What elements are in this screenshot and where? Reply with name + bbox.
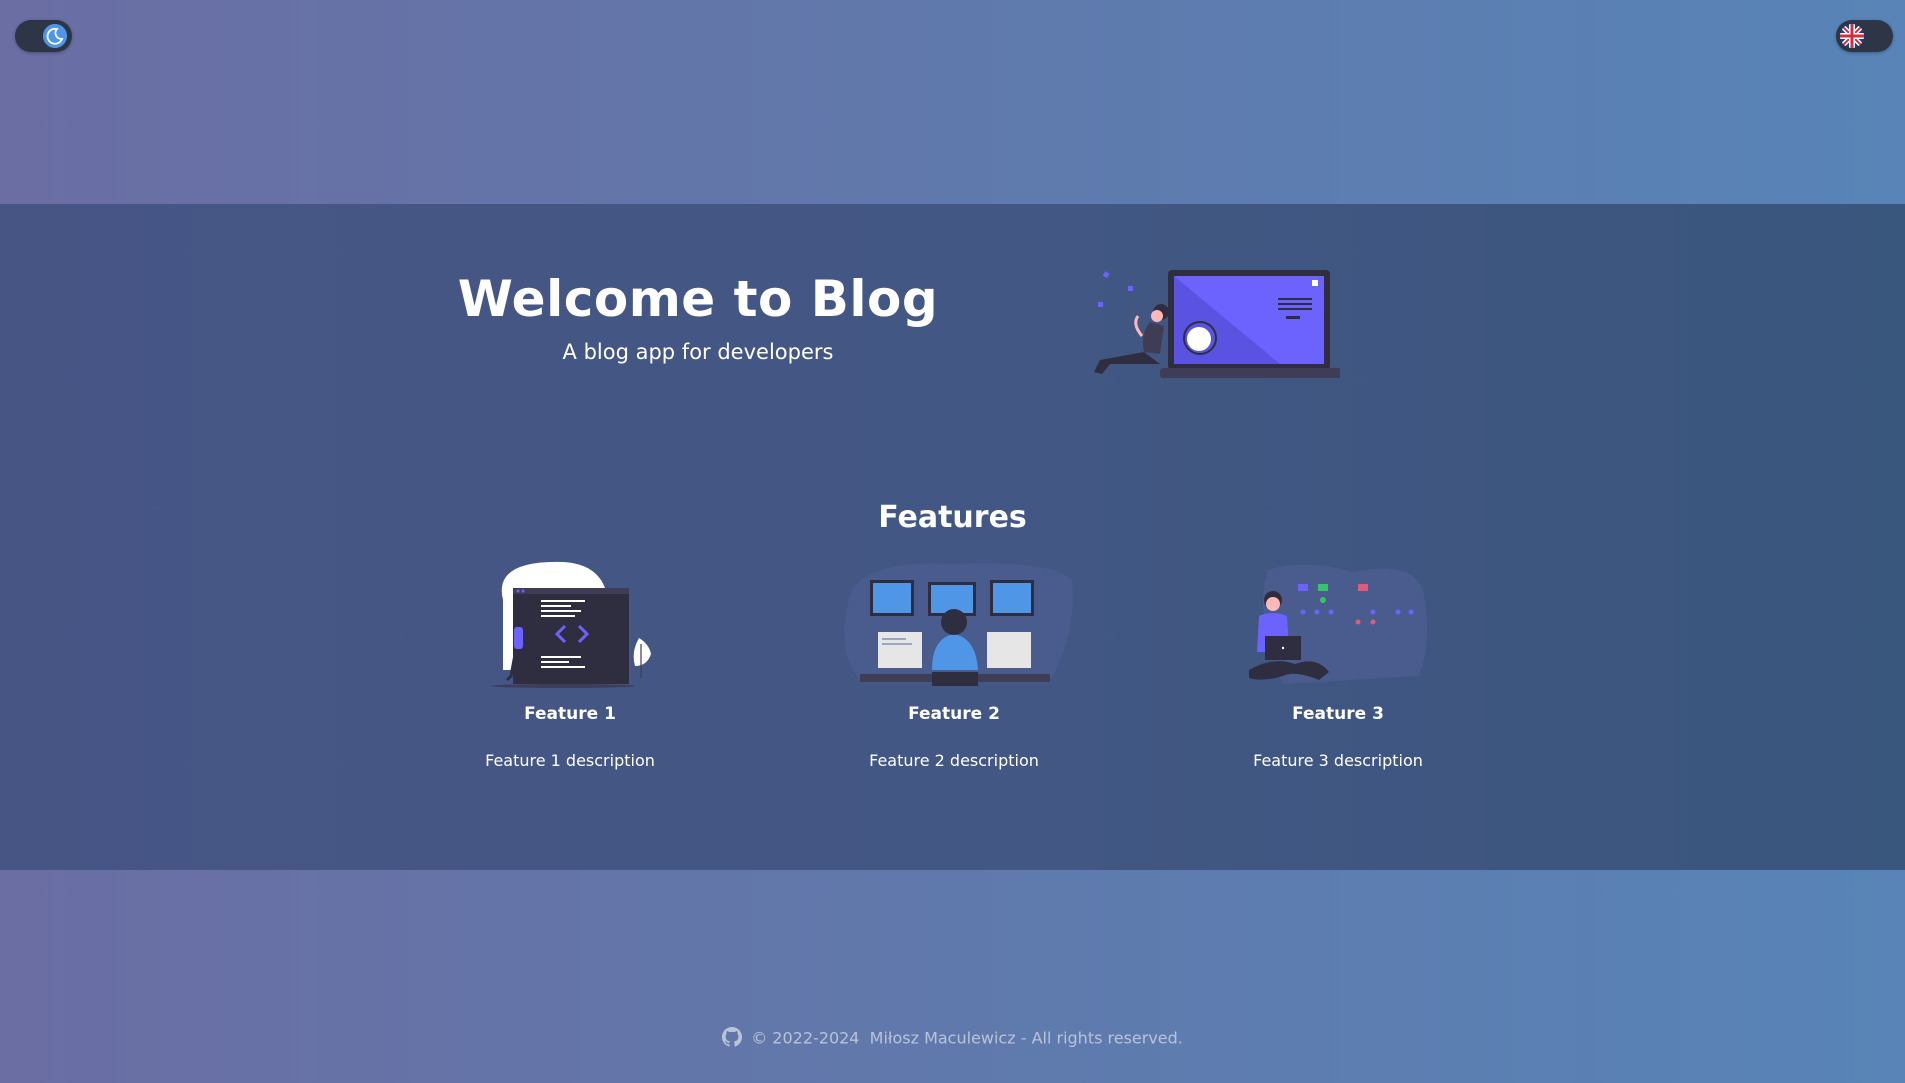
feature-1-description: Feature 1 description [485, 751, 655, 770]
moon-icon [43, 24, 67, 48]
main-section: Welcome to Blog A blog app for developer… [0, 204, 1905, 870]
hero-text: Welcome to Blog A blog app for developer… [398, 270, 998, 364]
feature-card-1: Feature 1 Feature 1 description [420, 560, 720, 770]
language-toggle[interactable] [1836, 20, 1893, 52]
github-icon [722, 1027, 743, 1047]
theme-toggle-knob [43, 24, 67, 48]
footer: © 2022-2024 Miłosz Maculewicz - All righ… [0, 1027, 1905, 1051]
feature-2-title: Feature 2 [908, 704, 1000, 724]
feature-card-3: Feature 3 Feature 3 description [1188, 560, 1488, 770]
feature-1-title: Feature 1 [524, 704, 616, 724]
feature-3-description: Feature 3 description [1253, 751, 1423, 770]
copyright-text: © 2022-2024 Miłosz Maculewicz - All righ… [751, 1028, 1183, 1048]
github-link[interactable] [722, 1027, 743, 1051]
developer-monitors-illustration [843, 563, 1073, 686]
feature-card-2: Feature 2 Feature 2 description [804, 560, 1104, 770]
person-laptop-dots-illustration [1249, 564, 1428, 684]
uk-flag-icon [1840, 24, 1864, 48]
code-screen-illustration [490, 561, 651, 688]
page-subtitle: A blog app for developers [562, 340, 834, 364]
language-toggle-knob [1840, 24, 1864, 48]
page-title: Welcome to Blog [457, 270, 939, 328]
feature-3-title: Feature 3 [1292, 704, 1384, 724]
feature-2-description: Feature 2 description [869, 751, 1039, 770]
theme-toggle[interactable] [15, 20, 72, 52]
person-with-laptop-illustration [1094, 270, 1340, 378]
features-heading: Features [878, 500, 1027, 535]
